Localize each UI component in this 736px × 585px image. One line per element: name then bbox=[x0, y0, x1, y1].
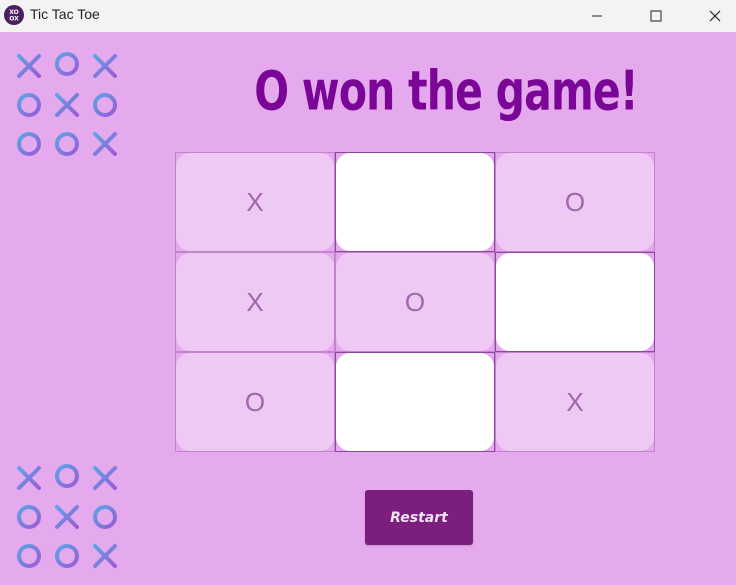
board-cell[interactable]: X bbox=[495, 352, 655, 452]
cell-mark: X bbox=[246, 186, 264, 217]
tic-tac-toe-app-icon: XO OX bbox=[4, 5, 24, 25]
svg-text:OX: OX bbox=[9, 16, 19, 23]
cell-mark: X bbox=[246, 286, 264, 317]
minimize-icon bbox=[592, 15, 602, 17]
minimize-button[interactable] bbox=[568, 0, 626, 32]
close-icon bbox=[709, 10, 721, 22]
board-cell[interactable]: O bbox=[335, 252, 495, 352]
close-button[interactable] bbox=[686, 0, 736, 32]
window-title: Tic Tac Toe bbox=[30, 6, 100, 22]
board-cell[interactable]: X bbox=[175, 152, 335, 252]
title-bar: XO OX Tic Tac Toe bbox=[0, 0, 736, 32]
board-cell[interactable]: O bbox=[175, 352, 335, 452]
cell-mark: X bbox=[566, 386, 584, 417]
maximize-button[interactable] bbox=[627, 0, 685, 32]
maximize-icon bbox=[650, 10, 662, 22]
game-board: X O X O O X bbox=[175, 152, 655, 452]
tic-tac-toe-logo-icon bbox=[11, 462, 123, 570]
board-cell[interactable] bbox=[495, 252, 655, 352]
cell-mark: O bbox=[564, 186, 586, 217]
board-cell[interactable]: O bbox=[495, 152, 655, 252]
restart-button[interactable]: Restart bbox=[365, 490, 473, 545]
board-cell[interactable] bbox=[335, 352, 495, 452]
board-cell[interactable] bbox=[335, 152, 495, 252]
cell-mark: O bbox=[244, 386, 266, 417]
cell-mark: O bbox=[404, 286, 426, 317]
tic-tac-toe-logo-icon bbox=[11, 50, 123, 158]
game-status-message: O won the game! bbox=[254, 59, 638, 123]
board-cell[interactable]: X bbox=[175, 252, 335, 352]
